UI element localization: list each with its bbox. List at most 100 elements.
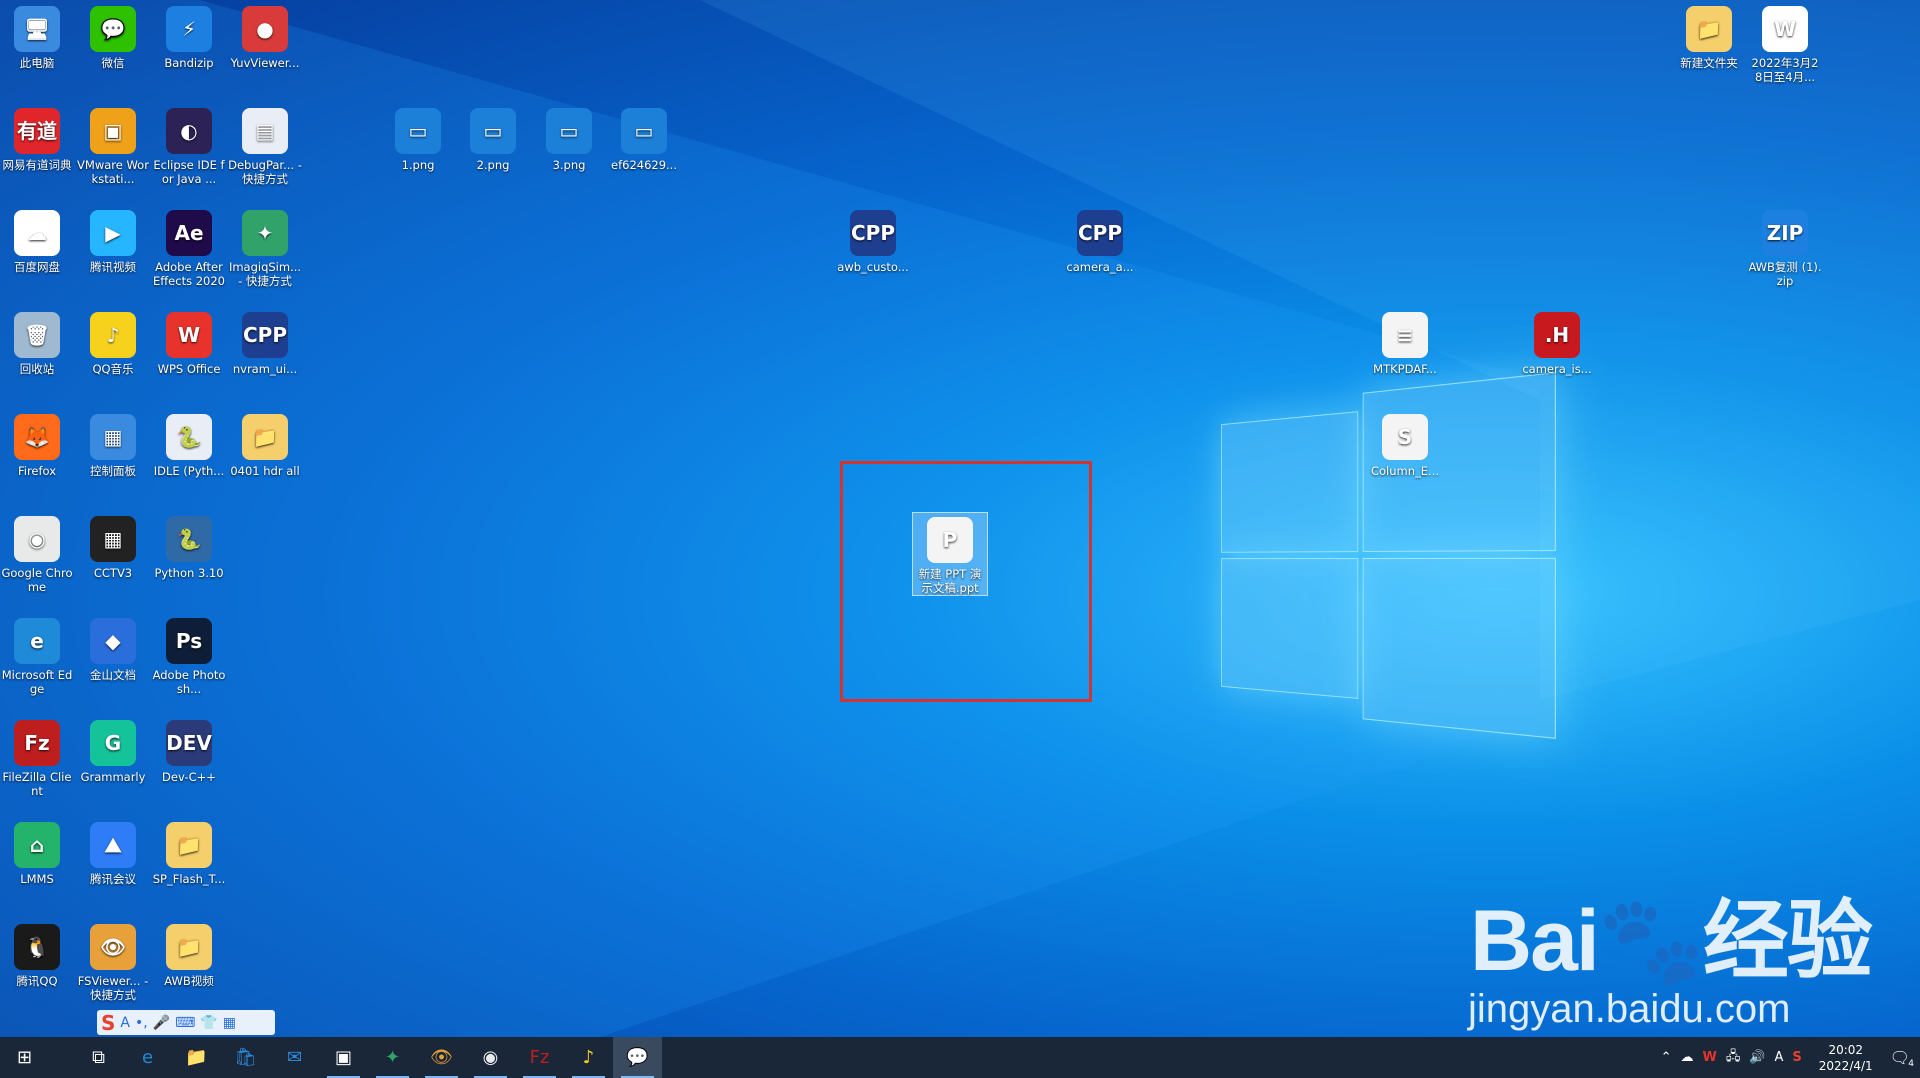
desktop-icon-label: QQ音乐 — [92, 362, 134, 376]
network-icon[interactable]: 🖧 — [1726, 1047, 1741, 1069]
desktop-icon[interactable]: 🐍 Python 3.10 — [152, 512, 226, 580]
desktop-icon-label: 新建文件夹 — [1680, 56, 1738, 70]
toolbox-icon[interactable]: ▦ — [223, 1015, 236, 1031]
volume-icon[interactable]: 🔊 — [1749, 1050, 1765, 1065]
keyboard-icon[interactable]: ⌨ — [175, 1015, 195, 1031]
eclipse-icon: ◐ — [166, 108, 212, 154]
desktop-icon[interactable]: ◐ Eclipse IDE for Java ... — [152, 104, 226, 186]
desktop-icon[interactable]: Ae Adobe After Effects 2020 — [152, 206, 226, 288]
desktop-icon[interactable]: DEV Dev-C++ — [152, 716, 226, 784]
desktop-icon[interactable]: Ps Adobe Photosh... — [152, 614, 226, 696]
taskbar-app-store[interactable]: 🛍 — [221, 1037, 270, 1078]
desktop-icon[interactable]: ZIP AWB复测 (1).zip — [1748, 206, 1822, 288]
desktop-icon[interactable]: 📁 0401 hdr all — [228, 410, 302, 478]
ime-toolbar[interactable]: S A •, 🎤 ⌨ 👕 ▦ — [97, 1010, 275, 1035]
desktop-icon[interactable]: ✦ ImagiqSim... - 快捷方式 — [228, 206, 302, 288]
desktop-icon[interactable]: G Grammarly — [76, 716, 150, 784]
desktop-icon[interactable]: .H camera_is... — [1520, 308, 1594, 376]
desktop-icon[interactable]: 💬 微信 — [76, 2, 150, 70]
clock[interactable]: 20:02 2022/4/1 — [1819, 1042, 1873, 1074]
desktop-icon[interactable]: 👁 FSViewer... - 快捷方式 — [76, 920, 150, 1002]
taskbar-app-chrome[interactable]: ◉ — [466, 1037, 515, 1078]
desktop-icon[interactable]: ▣ VMware Workstati... — [76, 104, 150, 186]
task-view-button[interactable]: ⧉ — [74, 1037, 123, 1078]
ime-mode-icon[interactable]: A — [120, 1015, 130, 1031]
desktop-icon[interactable]: ⚡ Bandizip — [152, 2, 226, 70]
taskbar-app-file-explorer[interactable]: 📁 — [172, 1037, 221, 1078]
notification-center-icon[interactable]: 🗨 4 — [1890, 1048, 1914, 1069]
sogou-tray-icon[interactable]: S — [1792, 1050, 1801, 1065]
desktop-icon[interactable]: 📁 新建文件夹 — [1672, 2, 1746, 70]
desktop-icon[interactable]: ▶ 腾讯视频 — [76, 206, 150, 274]
wps-tray-icon[interactable]: W — [1702, 1050, 1716, 1065]
onedrive-cloud-icon[interactable]: ☁ — [1680, 1050, 1693, 1065]
desktop-icon-label: IDLE (Pyth... — [153, 464, 225, 478]
desktop-icon[interactable]: ▦ 控制面板 — [76, 410, 150, 478]
desktop-icon[interactable]: ◆ 金山文档 — [76, 614, 150, 682]
desktop-icon[interactable]: ● YuvViewer... — [228, 2, 302, 70]
taskbar-app-wechat[interactable]: 💬 — [613, 1037, 662, 1078]
desktop-icon[interactable]: 🐍 IDLE (Pyth... — [152, 410, 226, 478]
desktop-icon[interactable]: ▭ 1.png — [381, 104, 455, 172]
photoshop-icon: Ps — [166, 618, 212, 664]
desktop-icon[interactable]: 📁 SP_Flash_T... — [152, 818, 226, 886]
taskbar-app-fsviewer[interactable]: 👁 — [417, 1037, 466, 1078]
desktop-icon[interactable]: ♪ QQ音乐 — [76, 308, 150, 376]
desktop-icon[interactable]: ▭ 2.png — [456, 104, 530, 172]
system-tray: ⌃ ☁ W 🖧 🔊 A S 20:02 2022/4/1 🗨 4 — [1661, 1037, 1920, 1078]
taskbar-app-filezilla[interactable]: Fz — [515, 1037, 564, 1078]
desktop-icon[interactable]: CPP camera_a... — [1063, 206, 1137, 274]
edge-icon: e — [14, 618, 60, 664]
desktop-icon-label: Grammarly — [80, 770, 146, 784]
microphone-icon[interactable]: 🎤 — [153, 1015, 170, 1031]
taskbar-app-imagiqsim[interactable]: ✦ — [368, 1037, 417, 1078]
desktop-icon-label: 百度网盘 — [14, 260, 60, 274]
desktop-icon[interactable]: 🐧 腾讯QQ — [0, 920, 74, 988]
taskbar-app-mail[interactable]: ✉ — [270, 1037, 319, 1078]
chrome-icon: ◉ — [14, 516, 60, 562]
sogou-logo-icon[interactable]: S — [101, 1011, 115, 1035]
taskbar-app-window[interactable]: ▣ — [319, 1037, 368, 1078]
desktop-icon[interactable]: 🖥 此电脑 — [0, 2, 74, 70]
desktop-icon[interactable]: W WPS Office — [152, 308, 226, 376]
desktop-icon[interactable]: ⌂ LMMS — [0, 818, 74, 886]
desktop-icon[interactable]: S Column_E... — [1368, 410, 1442, 478]
baidu-netdisk-icon: ☁ — [14, 210, 60, 256]
desktop-icon[interactable]: 📁 AWB视频 — [152, 920, 226, 988]
desktop-icon[interactable]: ▭ ef624629... — [607, 104, 681, 172]
desktop-icon[interactable]: CPP awb_custo... — [836, 206, 910, 274]
desktop-icon[interactable]: ▤ DebugPar... - 快捷方式 — [228, 104, 302, 186]
desktop-icon[interactable]: ◉ Google Chrome — [0, 512, 74, 594]
desktop-icon[interactable]: ▦ CCTV3 — [76, 512, 150, 580]
desktop-icon-label: 网易有道词典 — [2, 158, 72, 172]
desktop-icon[interactable]: e Microsoft Edge — [0, 614, 74, 696]
start-button[interactable]: ⊞ — [0, 1037, 49, 1078]
desktop-icon[interactable]: CPP nvram_ui... — [228, 308, 302, 376]
after-effects-icon: Ae — [166, 210, 212, 256]
desktop[interactable]: 🖥 此电脑 💬 微信 ⚡ Bandizip ● YuvViewer... 有道 网易有道词典 ▣ VM… — [0, 0, 1920, 1037]
show-hidden-icons-chevron-icon[interactable]: ⌃ — [1661, 1050, 1672, 1065]
task-view-icon: ⧉ — [92, 1047, 105, 1068]
desktop-icon[interactable]: 🦊 Firefox — [0, 410, 74, 478]
desktop-icon[interactable]: ≡ MTKPDAF... — [1368, 308, 1442, 376]
punctuation-icon[interactable]: •, — [135, 1015, 148, 1031]
skin-icon[interactable]: 👕 — [200, 1015, 217, 1031]
desktop-icon[interactable]: ⛰ 腾讯会议 — [76, 818, 150, 886]
taskbar-app-edge[interactable]: e — [123, 1037, 172, 1078]
kdocs-icon: ◆ — [90, 618, 136, 664]
desktop-icon[interactable]: 🗑 回收站 — [0, 308, 74, 376]
desktop-icon-label: 此电脑 — [19, 56, 55, 70]
taskbar-app-qq-music[interactable]: ♪ — [564, 1037, 613, 1078]
notification-count: 4 — [1908, 1059, 1914, 1069]
desktop-icon[interactable]: ☁ 百度网盘 — [0, 206, 74, 274]
desktop-icon[interactable]: Fz FileZilla Client — [0, 716, 74, 798]
desktop-icon[interactable]: 有道 网易有道词典 — [0, 104, 74, 172]
png-file-icon: ▭ — [395, 108, 441, 154]
desktop-icon[interactable]: ▭ 3.png — [532, 104, 606, 172]
desktop-icon-label: 腾讯QQ — [16, 974, 58, 988]
desktop-icon[interactable]: W 2022年3月28日至4月... — [1748, 2, 1822, 84]
desktop-icon-label: YuvViewer... — [230, 56, 300, 70]
desktop-icon-label: SP_Flash_T... — [152, 872, 226, 886]
input-method-a-icon[interactable]: A — [1775, 1050, 1784, 1065]
filezilla-icon: Fz — [529, 1047, 550, 1068]
